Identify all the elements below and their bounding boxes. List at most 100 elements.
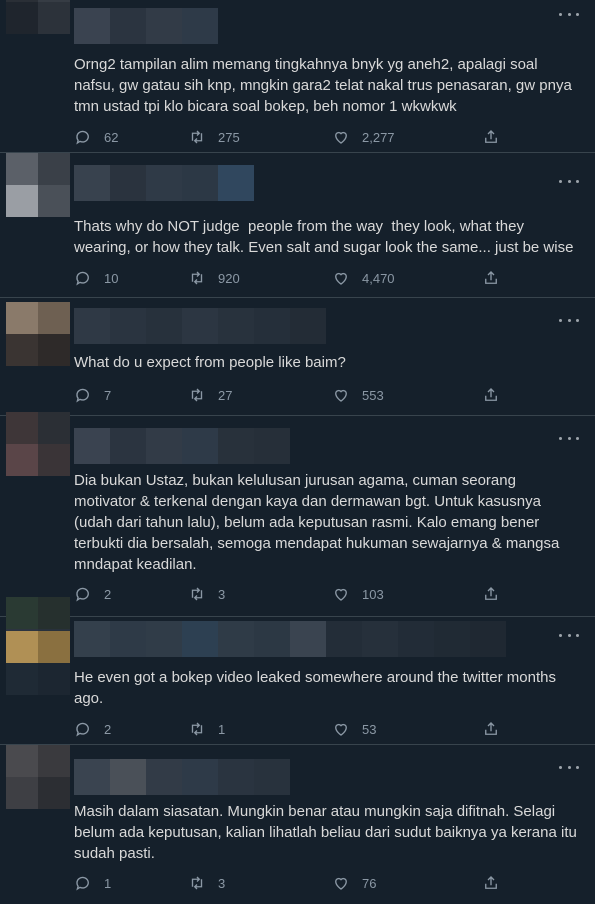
tweet-actions: 10 920 4,470 bbox=[74, 269, 579, 289]
tweet-text: Dia bukan Ustaz, bukan kelulusan jurusan… bbox=[74, 472, 564, 573]
like-count: 4,470 bbox=[362, 270, 395, 286]
reply-icon bbox=[76, 130, 89, 145]
tweet[interactable]: What do u expect from people like baim? … bbox=[0, 298, 595, 416]
author-name-blurred[interactable] bbox=[74, 428, 290, 464]
author-name-blurred[interactable] bbox=[74, 759, 290, 795]
share-icon bbox=[485, 587, 497, 600]
author-name-blurred[interactable] bbox=[74, 621, 506, 657]
like-count: 2,277 bbox=[362, 129, 395, 145]
tweet-text: Orng2 tampilan alim memang tingkahnya bn… bbox=[74, 56, 576, 115]
avatar[interactable] bbox=[6, 153, 70, 217]
reply-icon bbox=[76, 271, 89, 286]
reply-count: 10 bbox=[104, 270, 119, 286]
tweet[interactable]: He even got a bokep video leaked somewhe… bbox=[0, 597, 595, 745]
like-button[interactable]: 53 bbox=[332, 720, 376, 738]
tweet[interactable]: Thats why do NOT judge people from the w… bbox=[0, 153, 595, 298]
like-button[interactable]: 103 bbox=[332, 585, 384, 603]
more-options-icon[interactable] bbox=[559, 765, 579, 771]
retweet-button[interactable]: 27 bbox=[188, 386, 232, 404]
tweet-actions: 62 275 2,277 bbox=[74, 128, 579, 148]
more-options-icon[interactable] bbox=[559, 179, 579, 185]
share-button[interactable] bbox=[482, 269, 500, 287]
like-icon bbox=[335, 272, 347, 285]
share-button[interactable] bbox=[482, 585, 500, 603]
author-name-blurred[interactable] bbox=[74, 308, 326, 344]
reply-button[interactable]: 62 bbox=[74, 128, 118, 146]
like-button[interactable]: 4,470 bbox=[332, 269, 395, 287]
reply-button[interactable]: 1 bbox=[74, 874, 111, 892]
avatar[interactable] bbox=[6, 302, 70, 366]
reply-count: 7 bbox=[104, 387, 112, 403]
retweet-count: 1 bbox=[218, 721, 226, 737]
tweet[interactable]: Orng2 tampilan alim memang tingkahnya bn… bbox=[0, 0, 595, 153]
reply-button[interactable]: 7 bbox=[74, 386, 111, 404]
tweet-text: Masih dalam siasatan. Mungkin benar atau… bbox=[74, 803, 582, 862]
reply-button[interactable]: 10 bbox=[74, 269, 118, 287]
author-name-blurred[interactable] bbox=[74, 165, 254, 201]
like-button[interactable]: 76 bbox=[332, 874, 376, 892]
retweet-icon bbox=[191, 130, 203, 144]
tweet-text: He even got a bokep video leaked somewhe… bbox=[74, 669, 561, 707]
reply-count: 2 bbox=[104, 721, 112, 737]
like-count: 553 bbox=[362, 387, 384, 403]
reply-button[interactable]: 2 bbox=[74, 720, 111, 738]
tweet-actions: 2 1 53 bbox=[74, 720, 579, 740]
reply-icon bbox=[76, 722, 89, 737]
avatar[interactable] bbox=[6, 745, 70, 809]
avatar[interactable] bbox=[6, 0, 70, 34]
reply-icon bbox=[76, 587, 89, 602]
retweet-icon bbox=[191, 587, 203, 601]
avatar[interactable] bbox=[6, 412, 70, 476]
like-icon bbox=[335, 877, 347, 890]
retweet-icon bbox=[191, 722, 203, 736]
tweet-actions: 2 3 103 bbox=[74, 585, 579, 605]
like-button[interactable]: 2,277 bbox=[332, 128, 395, 146]
share-icon bbox=[485, 388, 497, 401]
tweet[interactable]: Dia bukan Ustaz, bukan kelulusan jurusan… bbox=[0, 412, 595, 617]
share-button[interactable] bbox=[482, 874, 500, 892]
share-button[interactable] bbox=[482, 128, 500, 146]
share-icon bbox=[485, 722, 497, 735]
tweet-actions: 7 27 553 bbox=[74, 386, 579, 406]
reply-button[interactable]: 2 bbox=[74, 585, 111, 603]
retweet-button[interactable]: 3 bbox=[188, 874, 225, 892]
retweet-icon bbox=[191, 388, 203, 402]
reply-count: 62 bbox=[104, 129, 119, 145]
share-button[interactable] bbox=[482, 720, 500, 738]
like-button[interactable]: 553 bbox=[332, 386, 384, 404]
retweet-count: 275 bbox=[218, 129, 240, 145]
reply-icon bbox=[76, 388, 89, 403]
share-button[interactable] bbox=[482, 386, 500, 404]
retweet-button[interactable]: 3 bbox=[188, 585, 225, 603]
share-icon bbox=[485, 130, 497, 143]
like-icon bbox=[335, 588, 347, 601]
retweet-button[interactable]: 275 bbox=[188, 128, 240, 146]
retweet-count: 920 bbox=[218, 270, 240, 286]
retweet-icon bbox=[191, 876, 203, 890]
more-options-icon[interactable] bbox=[559, 436, 579, 442]
share-icon bbox=[485, 876, 497, 889]
tweet-text: What do u expect from people like baim? bbox=[74, 354, 346, 371]
more-options-icon[interactable] bbox=[559, 318, 579, 324]
like-count: 76 bbox=[362, 875, 377, 891]
more-options-icon[interactable] bbox=[559, 12, 579, 18]
more-options-icon[interactable] bbox=[559, 633, 579, 639]
like-icon bbox=[335, 723, 347, 736]
tweet-actions: 1 3 76 bbox=[74, 874, 579, 894]
reply-count: 1 bbox=[104, 875, 112, 891]
author-name-blurred[interactable] bbox=[74, 8, 218, 44]
reply-count: 2 bbox=[104, 586, 112, 602]
reply-icon bbox=[76, 876, 89, 891]
retweet-button[interactable]: 1 bbox=[188, 720, 225, 738]
retweet-count: 27 bbox=[218, 387, 233, 403]
avatar-image bbox=[6, 631, 70, 695]
like-count: 53 bbox=[362, 721, 377, 737]
retweet-count: 3 bbox=[218, 875, 226, 891]
tweet-text: Thats why do NOT judge people from the w… bbox=[74, 218, 574, 256]
retweet-icon bbox=[191, 271, 203, 285]
retweet-button[interactable]: 920 bbox=[188, 269, 240, 287]
like-icon bbox=[335, 389, 347, 402]
share-icon bbox=[485, 271, 497, 284]
tweet[interactable]: Masih dalam siasatan. Mungkin benar atau… bbox=[0, 745, 595, 904]
retweet-count: 3 bbox=[218, 586, 226, 602]
